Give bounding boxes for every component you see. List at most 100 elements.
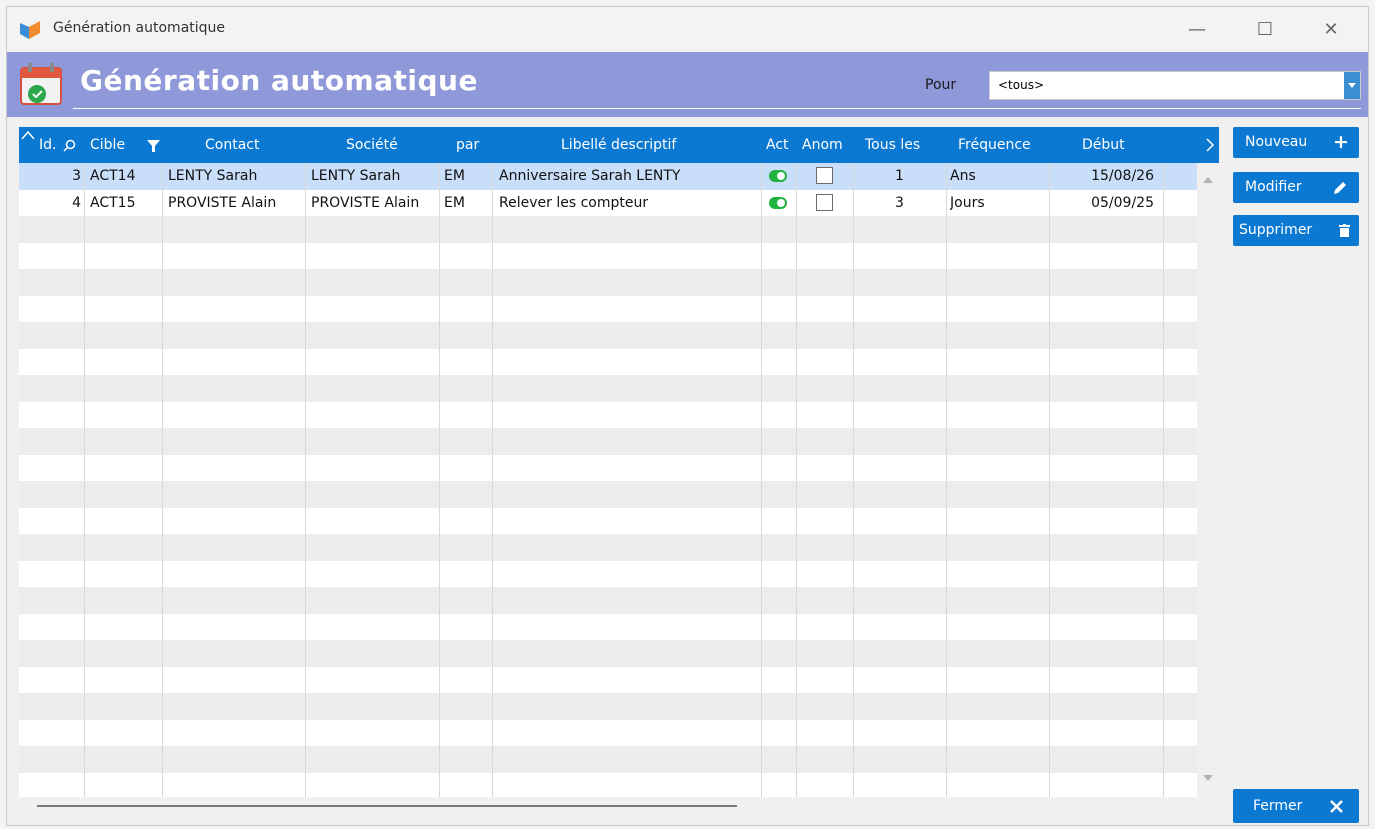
column-header-contact[interactable]: Contact: [205, 127, 259, 163]
cell-par: EM: [444, 194, 465, 211]
title-bar: Génération automatique — ☐ ✕: [7, 7, 1368, 52]
cell-libelle: Anniversaire Sarah LENTY: [499, 168, 681, 184]
cell-id: 4: [72, 194, 81, 211]
anomaly-checkbox[interactable]: [816, 167, 833, 184]
nouveau-button[interactable]: Nouveau +: [1233, 127, 1359, 158]
cell-frequence: Jours: [950, 194, 985, 211]
chevron-right-icon[interactable]: [1205, 138, 1215, 152]
sort-up-icon[interactable]: [21, 130, 35, 140]
empty-row: [19, 693, 1197, 720]
column-header-debut[interactable]: Début: [1082, 127, 1125, 163]
cell-libelle: Relever les compteur: [499, 194, 649, 211]
column-divider: [1049, 163, 1050, 797]
table-header: Id. Cible Contact Société par Libellé de…: [19, 127, 1219, 163]
pour-select-value: <tous>: [998, 78, 1045, 92]
cell-debut: 05/09/25: [1091, 194, 1154, 211]
table-body: 3 ACT14 LENTY Sarah LENTY Sarah EM Anniv…: [19, 163, 1197, 797]
empty-row: [19, 507, 1197, 534]
cell-societe: LENTY Sarah: [311, 168, 401, 184]
fermer-button-label: Fermer: [1253, 798, 1303, 814]
page-header: Génération automatique Pour <tous>: [7, 52, 1368, 117]
app-window: Génération automatique — ☐ ✕ Génération …: [6, 6, 1369, 826]
supprimer-button-label: Supprimer: [1239, 222, 1313, 238]
column-divider: [761, 163, 762, 797]
column-header-societe[interactable]: Société: [346, 127, 398, 163]
cell-cible: ACT14: [90, 168, 136, 184]
active-toggle[interactable]: [769, 196, 787, 209]
filter-icon[interactable]: [147, 140, 160, 152]
fermer-button[interactable]: Fermer: [1233, 789, 1359, 823]
table-row[interactable]: 4 ACT15 PROVISTE Alain PROVISTE Alain EM…: [19, 189, 1197, 216]
cell-tous-les: 3: [895, 194, 904, 211]
cell-cible: ACT15: [90, 194, 136, 211]
cell-tous-les: 1: [895, 168, 904, 184]
active-toggle[interactable]: [769, 170, 787, 182]
horizontal-scrollbar[interactable]: [19, 797, 1219, 815]
empty-row: [19, 322, 1197, 349]
empty-row: [19, 560, 1197, 587]
plus-icon: +: [1333, 131, 1349, 153]
column-header-tous-les[interactable]: Tous les: [865, 127, 920, 163]
pencil-icon: [1334, 182, 1346, 194]
close-icon: [1330, 800, 1343, 813]
records-table: Id. Cible Contact Société par Libellé de…: [19, 127, 1219, 815]
column-header-cible[interactable]: Cible: [90, 127, 125, 163]
empty-row: [19, 534, 1197, 561]
column-divider: [946, 163, 947, 797]
column-divider: [305, 163, 306, 797]
column-header-anom[interactable]: Anom: [802, 127, 843, 163]
chevron-down-icon[interactable]: [1344, 72, 1360, 99]
column-header-frequence[interactable]: Fréquence: [958, 127, 1031, 163]
empty-row: [19, 454, 1197, 481]
page-title: Génération automatique: [80, 64, 478, 97]
empty-row: [19, 746, 1197, 773]
calendar-icon: [20, 63, 62, 105]
scroll-up-icon[interactable]: [1203, 177, 1213, 183]
empty-row: [19, 587, 1197, 614]
cell-id: 3: [72, 168, 81, 184]
column-header-par[interactable]: par: [456, 127, 479, 163]
column-divider: [162, 163, 163, 797]
empty-row: [19, 481, 1197, 508]
column-header-libelle[interactable]: Libellé descriptif: [561, 127, 676, 163]
table-row[interactable]: 3 ACT14 LENTY Sarah LENTY Sarah EM Anniv…: [19, 163, 1197, 190]
search-icon[interactable]: [63, 139, 76, 152]
empty-row: [19, 216, 1197, 243]
cell-debut: 15/08/26: [1091, 168, 1154, 184]
empty-row: [19, 348, 1197, 375]
column-divider: [84, 163, 85, 797]
cell-par: EM: [444, 168, 465, 184]
column-divider: [439, 163, 440, 797]
empty-row: [19, 428, 1197, 455]
empty-row: [19, 295, 1197, 322]
column-header-act[interactable]: Act: [766, 127, 789, 163]
column-divider: [853, 163, 854, 797]
column-header-id[interactable]: Id.: [39, 127, 56, 163]
pour-select[interactable]: <tous>: [989, 71, 1361, 100]
trash-icon: [1339, 224, 1350, 237]
horizontal-scroll-thumb[interactable]: [37, 805, 737, 807]
pour-label: Pour: [925, 77, 957, 93]
nouveau-button-label: Nouveau: [1245, 134, 1308, 150]
empty-row: [19, 269, 1197, 296]
window-title: Génération automatique: [53, 20, 226, 36]
anomaly-checkbox[interactable]: [816, 193, 833, 211]
minimize-button[interactable]: —: [1175, 15, 1219, 45]
scroll-down-icon[interactable]: [1203, 775, 1213, 781]
maximize-button[interactable]: ☐: [1243, 15, 1287, 45]
cell-frequence: Ans: [950, 168, 976, 184]
vertical-scrollbar[interactable]: [1197, 163, 1219, 797]
supprimer-button[interactable]: Supprimer: [1233, 215, 1359, 246]
cell-societe: PROVISTE Alain: [311, 194, 420, 211]
close-window-button[interactable]: ✕: [1309, 15, 1353, 45]
modifier-button[interactable]: Modifier: [1233, 172, 1359, 203]
modifier-button-label: Modifier: [1245, 179, 1302, 195]
empty-row: [19, 613, 1197, 640]
header-divider: [73, 108, 1361, 109]
empty-row: [19, 772, 1197, 797]
column-divider: [492, 163, 493, 797]
empty-row: [19, 401, 1197, 428]
column-divider: [1163, 163, 1164, 797]
empty-row: [19, 640, 1197, 667]
app-logo-icon: [20, 21, 40, 39]
